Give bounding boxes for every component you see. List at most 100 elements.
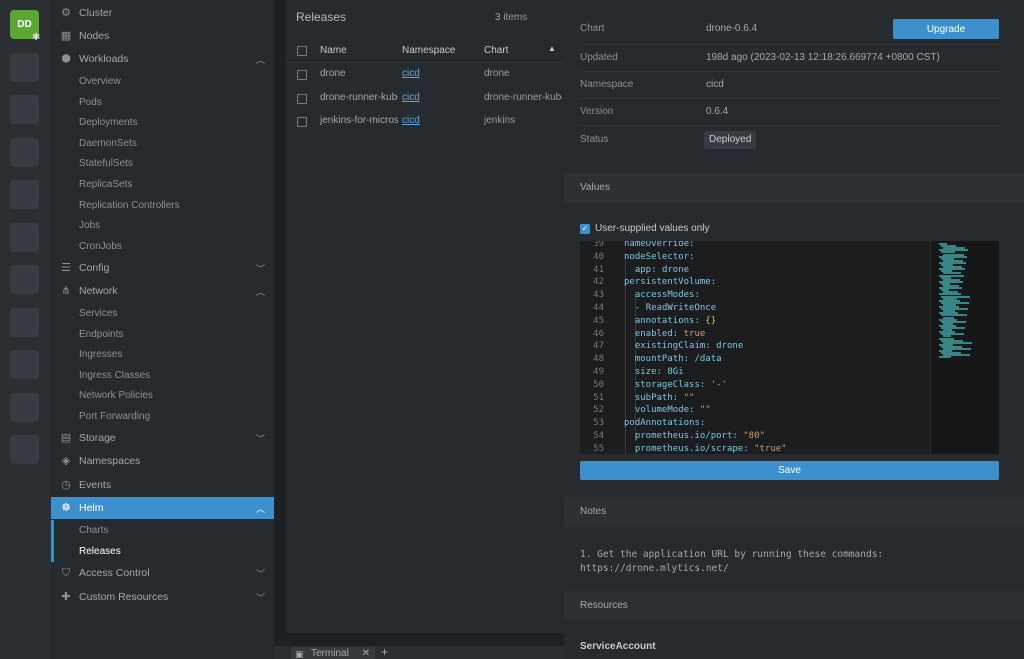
sidebar-subitem-overview[interactable]: Overview (79, 72, 121, 90)
code-token: ReadWriteOnce (645, 303, 717, 313)
checkbox-checked-icon[interactable]: ✓ (580, 223, 590, 234)
sidebar-subitem-network-policies[interactable]: Network Policies (79, 386, 153, 404)
line-number: 54 (593, 431, 604, 441)
values-editor[interactable]: 39 nameOverride: 40 nodeSelector: 41 app: dr… (580, 241, 999, 454)
table-row[interactable]: drone-runner-kube cicd drone-runner-kube (286, 87, 564, 110)
sidebar-subitem-cronjobs[interactable]: CronJobs (79, 237, 122, 255)
hotbar-slot[interactable] (10, 180, 39, 209)
namespace-link[interactable]: cicd (402, 92, 428, 103)
code-token: prometheus.io/scrape (634, 443, 744, 454)
namespace-link[interactable]: cicd (402, 115, 428, 126)
detail-namespace: Namespace cicd (580, 75, 1010, 95)
code-token: : (689, 405, 700, 416)
sidebar-item-workloads[interactable]: ⬢ Workloads ︿ (51, 48, 274, 70)
chevron-down-icon: ﹀ (255, 263, 265, 274)
sort-asc-icon[interactable]: ▲ (548, 44, 556, 53)
upgrade-button[interactable]: Upgrade (893, 19, 999, 39)
sidebar-item-label: Network (79, 285, 118, 297)
sidebar-item-nodes[interactable]: ▦ Nodes (51, 25, 274, 47)
detail-key: Namespace (580, 79, 634, 90)
hotbar-slot[interactable] (10, 308, 39, 337)
line-number: 50 (593, 379, 604, 390)
row-checkbox[interactable] (297, 70, 307, 80)
code-token: {} (705, 315, 717, 326)
sidebar-item-custom-resources[interactable]: ✚ Custom Resources ﹀ (51, 586, 274, 608)
close-icon[interactable]: ✕ (362, 647, 370, 659)
save-button[interactable]: Save (580, 461, 999, 480)
subitem-label: Overview (79, 75, 121, 87)
select-all-checkbox[interactable] (297, 46, 307, 56)
column-header-chart[interactable]: Chart (484, 45, 508, 56)
user-supplied-toggle[interactable]: ✓ User-supplied values only (580, 223, 710, 234)
sidebar-subitem-statefulsets[interactable]: StatefulSets (79, 154, 133, 172)
code-token: : (732, 431, 744, 441)
code-token: prometheus.io/port (634, 431, 733, 441)
sidebar-subitem-endpoints[interactable]: Endpoints (79, 325, 123, 343)
code-token: mountPath (634, 354, 684, 365)
release-name: drone-runner-kube (320, 92, 398, 103)
avatar-initials: DD (17, 19, 32, 30)
subitem-label: Deployments (79, 116, 138, 128)
sidebar-subitem-deployments[interactable]: Deployments (79, 113, 137, 131)
hotbar-slot[interactable] (10, 138, 39, 167)
sidebar-subitem-jobs[interactable]: Jobs (79, 216, 100, 234)
editor-line: 51 subPath: "" (580, 392, 930, 405)
detail-updated: Updated 198d ago (2023-02-13 12:18:26.66… (580, 48, 1010, 68)
sidebar-subitem-charts[interactable]: Charts (79, 521, 108, 539)
detail-key: Updated (580, 52, 618, 63)
sidebar-item-cluster[interactable]: ⚙ Cluster (51, 2, 274, 24)
column-header-namespace[interactable]: Namespace (402, 45, 455, 56)
code-token: : (689, 241, 695, 249)
code-token: : (694, 315, 706, 326)
release-chart: drone (484, 68, 510, 79)
sidebar-subitem-ingress-classes[interactable]: Ingress Classes (79, 366, 150, 384)
code-token: enabled (634, 328, 673, 339)
sidebar-item-namespaces[interactable]: ◈ Namespaces (51, 450, 274, 472)
sidebar-item-events[interactable]: ◷ Events (51, 474, 274, 496)
hotbar-slot[interactable] (10, 265, 39, 294)
add-tab-button[interactable]: + (381, 646, 388, 658)
resources-section-header: Resources (564, 591, 1024, 621)
editor-line: 42 persistentVolume: (580, 276, 930, 289)
subitem-label: Ingresses (79, 348, 123, 360)
sidebar-item-network[interactable]: ⋔ Network ︿ (51, 280, 274, 302)
sidebar-subitem-daemonsets[interactable]: DaemonSets (79, 134, 137, 152)
column-header-name[interactable]: Name (320, 45, 347, 56)
line-number: 45 (593, 315, 604, 326)
terminal-tab-label: Terminal (311, 648, 349, 659)
sidebar-item-storage[interactable]: ▤ Storage ﹀ (51, 427, 274, 449)
hotbar-slot[interactable] (10, 223, 39, 252)
sidebar-subitem-port-forwarding[interactable]: Port Forwarding (79, 407, 150, 425)
table-row[interactable]: jenkins-for-microservices cicd jenkins (286, 110, 564, 133)
sidebar-subitem-releases[interactable]: Releases (79, 542, 121, 560)
hotbar-slot[interactable] (10, 435, 39, 464)
sidebar-subitem-pods[interactable]: Pods (79, 93, 102, 111)
sidebar-subitem-ingresses[interactable]: Ingresses (79, 345, 122, 363)
sidebar-item-label: Events (79, 479, 112, 491)
line-number: 40 (593, 251, 604, 262)
detail-value: 198d ago (2023-02-13 12:18:26.669774 +08… (706, 52, 940, 63)
row-checkbox[interactable] (297, 117, 307, 127)
sidebar-item-config[interactable]: ☰ Config ﹀ (51, 257, 274, 279)
sidebar-subitem-replication-controllers[interactable]: Replication Controllers (79, 196, 180, 214)
hotbar-slot[interactable] (10, 350, 39, 379)
section-title: Values (580, 182, 610, 193)
values-section-header: Values (564, 173, 1024, 203)
row-checkbox[interactable] (297, 94, 307, 104)
sidebar-item-helm[interactable]: ☸ Helm ︿ (51, 497, 274, 519)
namespace-link[interactable]: cicd (402, 68, 428, 79)
editor-minimap[interactable] (930, 241, 999, 454)
hotbar-slot[interactable] (10, 393, 39, 422)
subitem-label: Replication Controllers (79, 199, 180, 211)
sidebar: ⚙ Cluster ▦ Nodes ⬢ Workloads ︿ Overview… (51, 0, 274, 659)
hotbar-slot[interactable] (10, 53, 39, 82)
hotbar-slot[interactable] (10, 95, 39, 124)
storage-icon: ▤ (60, 432, 72, 444)
terminal-tab[interactable]: ▣ Terminal ✕ (291, 647, 375, 659)
table-row[interactable]: drone cicd drone (286, 63, 564, 86)
sidebar-item-access-control[interactable]: ⛉ Access Control ﹀ (51, 562, 274, 584)
sidebar-subitem-replicasets[interactable]: ReplicaSets (79, 175, 132, 193)
sidebar-subitem-services[interactable]: Services (79, 304, 117, 322)
item-count: 3 items (495, 12, 528, 23)
gear-icon[interactable]: ✱ (32, 33, 42, 43)
